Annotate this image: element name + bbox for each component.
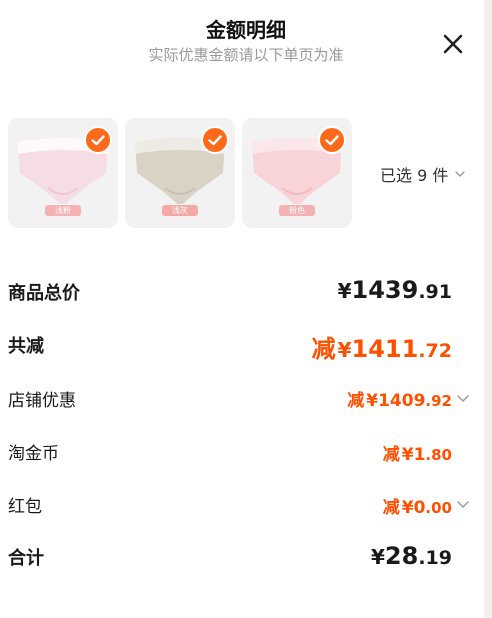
red-packet-value[interactable]: 减 ¥ 0 .00 xyxy=(383,493,452,518)
color-tag: 粉色 xyxy=(279,205,315,216)
amount-decimal: .72 xyxy=(418,340,452,362)
close-icon xyxy=(443,34,463,54)
grand-total-label: 合计 xyxy=(8,548,44,569)
store-discount-value[interactable]: 减 ¥ 1409 .92 xyxy=(347,386,452,411)
amount-integer: 0 xyxy=(413,498,426,518)
total-price-value: ¥ 1439 .91 xyxy=(338,276,452,304)
chevron-down-icon[interactable] xyxy=(456,391,470,405)
chevron-down-icon xyxy=(455,171,466,177)
currency-symbol: ¥ xyxy=(401,498,414,518)
currency-symbol: ¥ xyxy=(371,545,385,569)
side-scroll-strip xyxy=(484,0,492,618)
selected-count-label: 已选 9 件 xyxy=(380,166,449,185)
grand-total-value: ¥ 28 .19 xyxy=(371,542,452,570)
discount-prefix: 减 xyxy=(311,335,336,363)
currency-symbol: ¥ xyxy=(366,391,379,411)
amount-decimal: .19 xyxy=(418,547,452,569)
amount-integer: 1 xyxy=(413,445,426,465)
check-icon[interactable] xyxy=(318,126,346,154)
currency-symbol: ¥ xyxy=(337,338,352,362)
total-discount-value: 减 ¥ 1411 .72 xyxy=(312,329,452,364)
amount-decimal: .92 xyxy=(425,392,452,410)
total-discount-label: 共减 xyxy=(8,336,44,357)
amount-decimal: .91 xyxy=(418,281,452,303)
total-price-label: 商品总价 xyxy=(8,283,80,304)
check-icon[interactable] xyxy=(201,126,229,154)
close-button[interactable] xyxy=(439,30,467,58)
amount-decimal: .80 xyxy=(425,446,452,464)
store-discount-label: 店铺优惠 xyxy=(8,391,76,411)
color-tag: 浅粉 xyxy=(45,205,81,216)
page-subtitle: 实际优惠金额请以下单页为准 xyxy=(148,46,344,64)
page-title: 金额明细 xyxy=(206,18,286,42)
amount-integer: 28 xyxy=(384,542,419,570)
currency-symbol: ¥ xyxy=(337,279,352,303)
taojinbi-value: 减 ¥ 1 .80 xyxy=(383,440,452,465)
amount-integer: 1439 xyxy=(351,276,419,304)
product-thumbnail-1[interactable]: 浅粉 xyxy=(8,118,118,228)
check-icon[interactable] xyxy=(84,126,112,154)
amount-integer: 1411 xyxy=(351,335,419,363)
red-packet-label: 红包 xyxy=(8,497,42,517)
selected-count-button[interactable]: 已选 9 件 xyxy=(380,162,466,186)
discount-prefix: 减 xyxy=(382,498,400,518)
product-thumbnail-2[interactable]: 浅灰 xyxy=(125,118,235,228)
discount-prefix: 减 xyxy=(382,445,400,465)
taojinbi-label: 淘金币 xyxy=(8,444,59,464)
discount-prefix: 减 xyxy=(347,391,365,411)
currency-symbol: ¥ xyxy=(401,445,414,465)
chevron-down-icon[interactable] xyxy=(456,497,470,511)
amount-decimal: .00 xyxy=(425,499,452,517)
color-tag: 浅灰 xyxy=(162,205,198,216)
amount-integer: 1409 xyxy=(378,391,426,411)
product-thumbnail-3[interactable]: 粉色 xyxy=(242,118,352,228)
